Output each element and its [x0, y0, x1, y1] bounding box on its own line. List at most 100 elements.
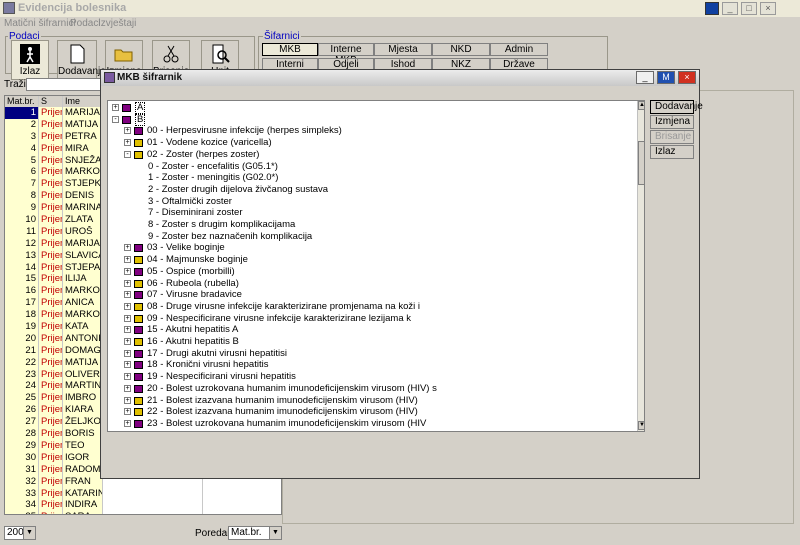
- row-ime: ŽELJKO: [63, 416, 103, 429]
- dialog-app-icon: [104, 72, 115, 83]
- expand-icon[interactable]: +: [124, 349, 131, 357]
- scroll-up-icon[interactable]: ▲: [638, 101, 644, 110]
- row-status: Prijem: [39, 475, 63, 488]
- nkd-button[interactable]: NKD: [432, 43, 490, 56]
- tree-item-label: 1 - Zoster - meningitis (G02.0*): [148, 172, 279, 184]
- mkb-dialog-titlebar: MKB šifrarnik _ M ×: [101, 70, 699, 86]
- expand-icon[interactable]: +: [124, 419, 131, 427]
- sifarnici-group-label: Šifarnici: [263, 31, 301, 42]
- tree-item-label: 08 - Druge virusne infekcije karakterizi…: [147, 300, 420, 312]
- expand-icon[interactable]: +: [124, 396, 131, 404]
- row-mat-br: 34: [5, 499, 39, 512]
- expand-icon[interactable]: +: [124, 384, 131, 392]
- dialog-minimize-button[interactable]: _: [636, 71, 654, 84]
- menu-maticni-sifrarnici[interactable]: Matični šifrarnici: [4, 18, 76, 29]
- mjesta-button[interactable]: Mjesta: [374, 43, 432, 56]
- mkb-tree[interactable]: + A - B +00 - Herpesvirusne infekcije (herpe…: [107, 100, 645, 432]
- tree-vertical-scrollbar[interactable]: ▲ ▼: [637, 101, 644, 431]
- row-ime: FRAN: [63, 475, 103, 488]
- expand-icon[interactable]: +: [124, 291, 131, 299]
- tree-item-label: B: [135, 113, 146, 126]
- expand-icon[interactable]: +: [124, 314, 131, 322]
- admin-button[interactable]: Admin: [490, 43, 548, 56]
- tree-item-label: 3 - Oftalmički zoster: [148, 195, 232, 207]
- table-row[interactable]: 33PrijemKATARINA: [5, 487, 281, 500]
- menu-bar: Matični šifrarnici Podaci Izvještaji: [0, 17, 800, 31]
- dialog-brisanje-button[interactable]: Brisanje: [650, 130, 694, 144]
- tree-item-label: 20 - Bolest uzrokovana humanim imunodefi…: [147, 382, 437, 394]
- row-mat-br: 35: [5, 511, 39, 514]
- row-ime: STJEPKO: [63, 178, 103, 191]
- dodavanje-button[interactable]: Dodavanje: [57, 40, 106, 80]
- tree-item-label: 06 - Rubeola (rubella): [147, 277, 239, 289]
- expand-icon[interactable]: +: [124, 338, 131, 345]
- open-folder-icon: [114, 49, 133, 62]
- collapse-icon[interactable]: -: [112, 115, 119, 123]
- dialog-dodavanje-button[interactable]: Dodavanje: [650, 100, 703, 114]
- row-ime: SNJEŽAN: [63, 154, 103, 167]
- expand-icon[interactable]: +: [124, 139, 131, 147]
- dialog-close-button[interactable]: ×: [678, 71, 696, 84]
- expand-icon[interactable]: +: [124, 244, 131, 252]
- dialog-izmjena-button[interactable]: Izmjena: [650, 115, 694, 129]
- mkb-button[interactable]: MKB: [262, 43, 318, 56]
- table-row[interactable]: 34PrijemINDIRA: [5, 499, 281, 512]
- dialog-m-button[interactable]: M: [657, 71, 675, 84]
- row-ime: MARIJA: [63, 237, 103, 250]
- row-ime: SARA: [63, 511, 103, 514]
- scroll-thumb[interactable]: [638, 141, 644, 185]
- expand-icon[interactable]: +: [124, 326, 131, 334]
- expand-icon[interactable]: +: [124, 361, 131, 369]
- app-titlebar: Evidencija bolesnika _ □ ×: [0, 0, 800, 17]
- row-status: Prijem: [39, 130, 63, 143]
- collapse-icon[interactable]: -: [124, 150, 131, 158]
- search-input[interactable]: [26, 78, 106, 91]
- close-button[interactable]: ×: [760, 2, 776, 15]
- tree-item-label: 01 - Vodene kozice (varicella): [147, 137, 272, 149]
- row-ime: KIARA: [63, 404, 103, 417]
- tree-item-label: 04 - Majmunske boginje: [147, 254, 248, 266]
- table-row[interactable]: 35PrijemSARA: [5, 511, 281, 514]
- row-mat-br: 15: [5, 273, 39, 286]
- row-ime: RADOMIR: [63, 463, 103, 476]
- minimize-button[interactable]: _: [722, 2, 738, 15]
- row-ime: MARTINA: [63, 380, 103, 393]
- tree-item-label: 22 - Bolest izazvana humanim imunodefici…: [147, 406, 418, 418]
- menu-izvjestaji[interactable]: Izvještaji: [98, 18, 136, 29]
- maximize-button[interactable]: □: [741, 2, 757, 15]
- expand-icon[interactable]: +: [124, 267, 131, 275]
- expand-icon[interactable]: +: [124, 256, 131, 264]
- tree-item-label: 16 - Akutni hepatitis B: [147, 336, 239, 347]
- row-mat-br: 24: [5, 380, 39, 393]
- expand-icon[interactable]: +: [124, 302, 131, 310]
- book-icon: [134, 279, 143, 288]
- book-icon: [134, 384, 143, 393]
- app-icon: [3, 2, 15, 14]
- tree-item-label: 09 - Nespecificirane virusne infekcije k…: [147, 312, 411, 324]
- row-status: Prijem: [39, 392, 63, 405]
- tree-item-label: 15 - Akutni hepatitis A: [147, 324, 239, 336]
- row-mat-br: 14: [5, 261, 39, 274]
- row-status: Prijem: [39, 487, 63, 500]
- interne-mkb-button[interactable]: Interne MKB: [318, 43, 374, 66]
- row-ime: MARKO: [63, 309, 103, 322]
- expand-icon[interactable]: +: [124, 408, 131, 416]
- dialog-izlaz-button[interactable]: Izlaz: [650, 145, 694, 159]
- year-select[interactable]: 2009 ▼: [4, 526, 36, 540]
- expand-icon[interactable]: +: [124, 127, 131, 135]
- expand-icon[interactable]: +: [112, 104, 119, 111]
- scroll-down-icon[interactable]: ▼: [638, 421, 644, 430]
- row-status: Prijem: [39, 368, 63, 381]
- row-status: Prijem: [39, 344, 63, 357]
- book-icon: [134, 267, 143, 276]
- izlaz-button[interactable]: Izlaz: [11, 40, 49, 80]
- row-mat-br: 33: [5, 487, 39, 500]
- expand-icon[interactable]: +: [124, 373, 131, 381]
- row-status: Prijem: [39, 166, 63, 179]
- menu-podaci[interactable]: Podaci: [70, 18, 101, 29]
- row-mat-br: 20: [5, 332, 39, 345]
- row-ime: DOMAGO: [63, 344, 103, 357]
- expand-icon[interactable]: +: [124, 279, 131, 287]
- poredak-select[interactable]: Mat.br. ▼: [228, 526, 282, 540]
- book-icon: [134, 349, 143, 358]
